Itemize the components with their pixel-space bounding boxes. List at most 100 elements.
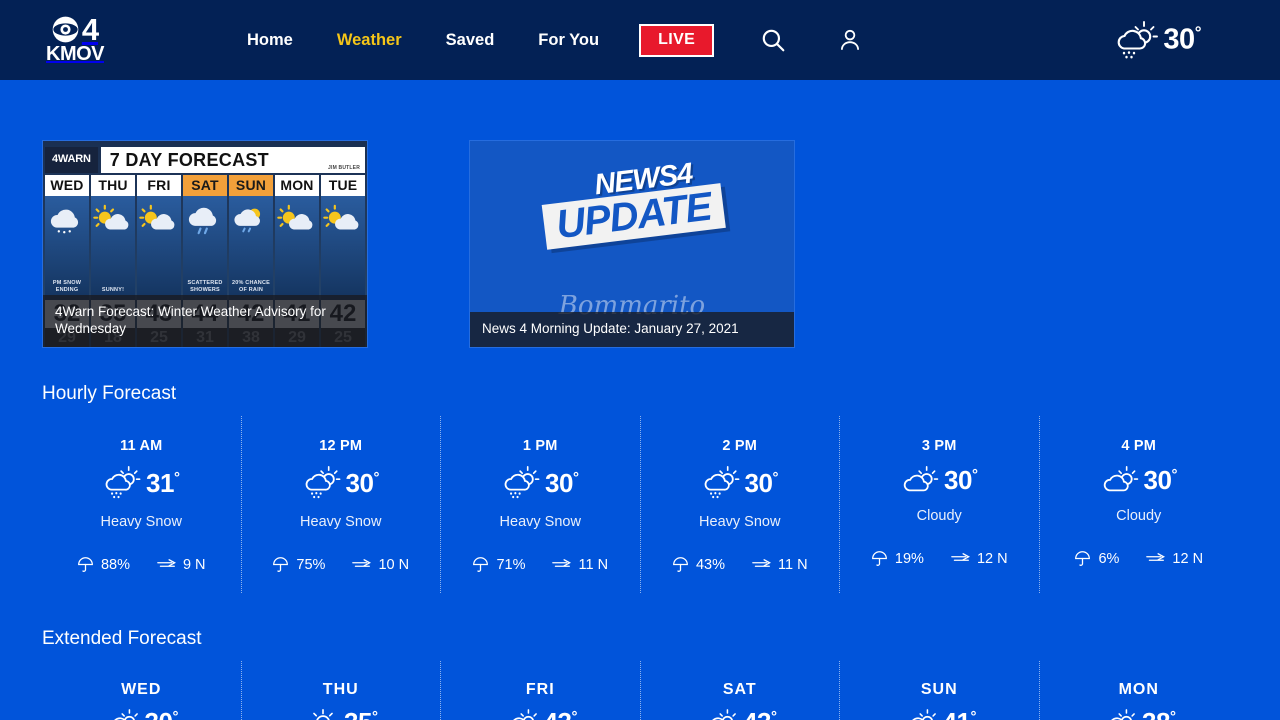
header-temperature: 30°: [1163, 23, 1201, 56]
extended-item[interactable]: SUN 41°: [840, 661, 1040, 720]
hourly-time: 1 PM: [522, 438, 558, 454]
forecast-day-name: WED: [45, 175, 89, 196]
hourly-temperature: 30°: [545, 467, 579, 498]
hourly-temperature: 30°: [1143, 464, 1178, 495]
sun-cloud-snow-icon: [305, 466, 340, 499]
user-icon[interactable]: [835, 25, 865, 55]
sun-cloud-icon: [277, 204, 313, 230]
extended-item[interactable]: THU 35°: [242, 661, 441, 720]
sun-cloud-rain-icon: [234, 208, 261, 233]
search-icon[interactable]: [758, 25, 788, 55]
wind-arrow-icon: [157, 559, 176, 567]
main-content: 4WARN 7 DAY FORECAST JIM BUTLER WED PM S…: [0, 80, 1280, 720]
forecast-day-icon-area: SCATTERED SHOWERS: [183, 196, 227, 300]
nav-item-weather[interactable]: Weather: [315, 31, 424, 50]
snow-cloud-icon: [50, 209, 79, 234]
sun-cloud-icon: [1103, 466, 1138, 492]
forecast-sponsor: JIM BUTLER: [328, 165, 360, 171]
extended-item[interactable]: FRI 43°: [441, 661, 641, 720]
hourly-precipitation: 88%: [77, 556, 130, 573]
kmov-logo[interactable]: 4 KMOV: [38, 14, 112, 66]
extended-item[interactable]: SAT 43°: [641, 661, 840, 720]
hourly-time: 4 PM: [1121, 438, 1157, 454]
hourly-condition: Heavy Snow: [300, 514, 382, 530]
header-current-weather[interactable]: 30°: [1113, 18, 1202, 62]
hourly-item[interactable]: 4 PM 30° Cloudy 6% 12 N: [1040, 416, 1239, 593]
forecast-day-condition: PM SNOW ENDING: [52, 280, 82, 293]
sun-icon: [313, 709, 333, 720]
forecast-day-icon-area: [275, 196, 319, 300]
rain-cloud-icon: [188, 207, 217, 235]
hourly-forecast-row: 11 AM 31° Heavy Snow 88% 9 N 12 PM 30° H…: [42, 416, 1238, 593]
hourly-condition: Heavy Snow: [499, 514, 581, 530]
hourly-item[interactable]: 2 PM 30° Heavy Snow 43% 11 N: [641, 416, 840, 593]
live-button[interactable]: LIVE: [639, 23, 715, 57]
logo-channel-number: 4: [81, 11, 99, 47]
hourly-condition: Cloudy: [916, 508, 962, 524]
extended-day: SUN: [920, 681, 958, 698]
extended-day: WED: [121, 681, 162, 698]
extended-temperature: 41°: [943, 707, 977, 720]
sun-cloud-snow-icon: [105, 466, 141, 499]
hourly-forecast-title: Hourly Forecast: [42, 383, 177, 404]
extended-day: FRI: [525, 681, 555, 698]
card-4warn-forecast[interactable]: 4WARN 7 DAY FORECAST JIM BUTLER WED PM S…: [42, 140, 368, 348]
extended-item[interactable]: WED 30°: [42, 661, 242, 720]
sun-cloud-icon: [93, 204, 129, 230]
wind-arrow-icon: [752, 559, 771, 567]
forecast-graphic-title: 7 DAY FORECAST JIM BUTLER: [100, 147, 365, 173]
umbrella-icon: [673, 557, 688, 572]
forecast-day-condition: 20% CHANCE OF RAIN: [231, 280, 271, 293]
hourly-wind: 12 N: [1146, 550, 1203, 567]
logo-station-name: KMOV: [46, 42, 105, 65]
extended-temperature: 30°: [145, 707, 179, 720]
sun-cloud-icon: [712, 709, 736, 720]
main-navigation: Home Weather Saved For You LIVE: [225, 23, 865, 57]
forecast-day-icon-area: [137, 196, 181, 300]
extended-item[interactable]: MON 38°: [1040, 661, 1239, 720]
hourly-item[interactable]: 1 PM 30° Heavy Snow 71% 11 N: [441, 416, 641, 593]
sun-cloud-icon: [1111, 709, 1135, 720]
hourly-time: 12 PM: [319, 438, 363, 454]
featured-cards: 4WARN 7 DAY FORECAST JIM BUTLER WED PM S…: [42, 80, 1238, 348]
forecast-day-name: SAT: [183, 175, 227, 196]
nav-item-for-you[interactable]: For You: [516, 31, 621, 50]
forecast-day-icon-area: PM SNOW ENDING: [45, 196, 89, 300]
sun-cloud-icon: [139, 204, 175, 230]
nav-item-saved[interactable]: Saved: [424, 31, 517, 50]
hourly-wind: 11 N: [752, 556, 808, 573]
nav-item-home[interactable]: Home: [225, 31, 315, 50]
cbs-eye-icon: [52, 16, 79, 43]
wind-arrow-icon: [1146, 553, 1166, 561]
extended-temperature: 38°: [1142, 707, 1176, 720]
hourly-precipitation: 71%: [472, 556, 525, 573]
card-caption: News 4 Morning Update: January 27, 2021: [470, 312, 794, 347]
forecast-day-name: MON: [275, 175, 319, 196]
hourly-wind: 10 N: [352, 556, 409, 573]
card-news4-update[interactable]: NEWS4 UPDATE Bommarito News 4 Morning Up…: [469, 140, 795, 348]
hourly-item[interactable]: 3 PM 30° Cloudy 19% 12 N: [840, 416, 1040, 593]
hourly-wind: 9 N: [157, 556, 206, 573]
sun-cloud-icon: [911, 709, 936, 720]
extended-temperature: 35°: [344, 707, 378, 720]
card-caption: 4Warn Forecast: Winter Weather Advisory …: [43, 295, 367, 347]
extended-forecast-row: WED 30° THU 35° FRI: [42, 661, 1238, 720]
hourly-temperature: 30°: [345, 467, 380, 498]
hourly-item[interactable]: 11 AM 31° Heavy Snow 88% 9 N: [42, 416, 242, 593]
extended-day: MON: [1118, 681, 1159, 698]
umbrella-icon: [473, 557, 489, 572]
hourly-precipitation: 43%: [672, 556, 725, 573]
hourly-precipitation: 75%: [272, 556, 325, 573]
hourly-precipitation: 19%: [871, 550, 924, 567]
sun-cloud-snow-icon: [504, 466, 540, 499]
hourly-wind: 11 N: [552, 556, 608, 573]
extended-day: THU: [322, 681, 359, 698]
umbrella-icon: [273, 557, 289, 572]
forecast-day-condition: SUNNY!: [101, 287, 125, 293]
forecast-day-name: FRI: [137, 175, 181, 196]
extended-day: SAT: [722, 681, 757, 698]
forecast-badge: 4WARN: [45, 147, 98, 173]
hourly-time: 2 PM: [722, 438, 758, 454]
forecast-day-icon-area: SUNNY!: [91, 196, 135, 300]
hourly-item[interactable]: 12 PM 30° Heavy Snow 75% 10 N: [242, 416, 441, 593]
